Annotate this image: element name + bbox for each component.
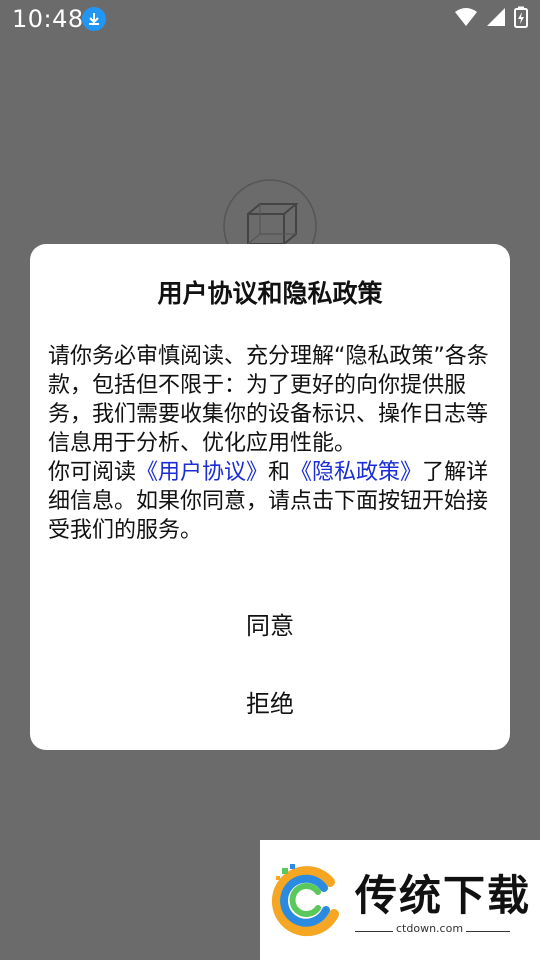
watermark-line-left [355, 931, 393, 932]
user-agreement-link[interactable]: 《用户协议》 [136, 460, 268, 485]
dialog-body: 请你务必审慎阅读、充分理解“隐私政策”各条款，包括但不限于：为了更好的向你提供服… [48, 342, 498, 545]
status-bar: 10:48 [0, 0, 540, 38]
ctdown-logo-icon [268, 862, 348, 946]
dialog-title: 用户协议和隐私政策 [157, 279, 383, 308]
wifi-icon [454, 7, 478, 31]
dialog-paragraph-2: 你可阅读《用户协议》和《隐私政策》了解详细信息。如果你同意，请点击下面按钮开始接… [48, 458, 498, 545]
refuse-button[interactable]: 拒绝 [30, 684, 510, 719]
dialog-paragraph-1: 请你务必审慎阅读、充分理解“隐私政策”各条款，包括但不限于：为了更好的向你提供服… [48, 344, 489, 456]
signal-icon [486, 7, 506, 31]
agree-button[interactable]: 同意 [30, 606, 510, 641]
para2-and: 和 [268, 460, 291, 485]
watermark: 传统下载 ctdown.com [260, 840, 540, 960]
watermark-brand: 传统下载 [355, 871, 532, 920]
status-time: 10:48 [12, 5, 84, 33]
privacy-policy-link[interactable]: 《隐私政策》 [290, 460, 422, 485]
privacy-dialog: 用户协议和隐私政策 请你务必审慎阅读、充分理解“隐私政策”各条款，包括但不限于：… [30, 244, 510, 750]
download-icon [82, 7, 106, 31]
watermark-line-right [466, 931, 510, 932]
para2-prefix: 你可阅读 [48, 460, 137, 485]
battery-charging-icon [514, 6, 528, 32]
watermark-url: ctdown.com [396, 922, 464, 935]
